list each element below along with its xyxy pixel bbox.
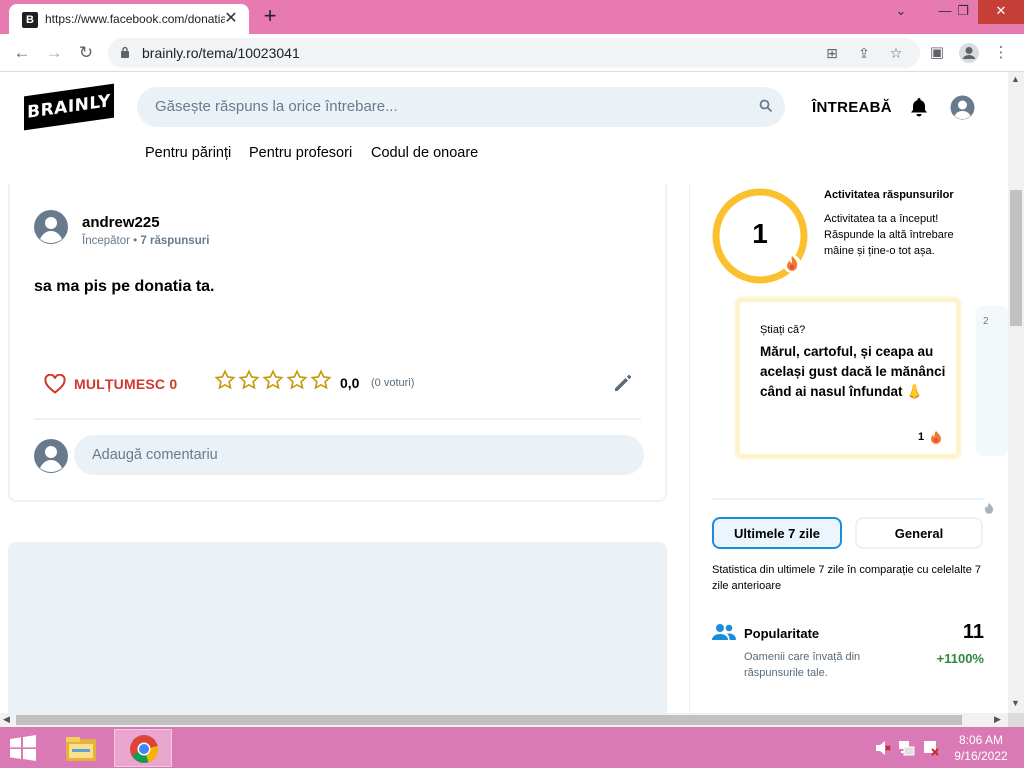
comment-input[interactable]: Adaugă comentariu (74, 435, 644, 475)
network-icon[interactable] (898, 739, 916, 757)
url-text: brainly.ro/tema/10023041 (142, 45, 300, 61)
popularity-title: Popularitate (744, 626, 820, 641)
tab-close-icon[interactable]: ✕ (221, 9, 241, 29)
forward-icon[interactable]: → (42, 41, 66, 65)
rating-value: 0,0 (340, 375, 360, 391)
vertical-scrollbar[interactable]: ▲ ▼ (1008, 72, 1024, 713)
scroll-down-icon[interactable]: ▼ (1011, 698, 1020, 708)
volume-muted-icon[interactable] (874, 739, 892, 757)
browser-tab-strip: B https://www.facebook.com/donatia ✕ + ⌄… (0, 0, 1024, 34)
search-placeholder: Găsește răspuns la orice întrebare... (155, 98, 398, 115)
address-bar[interactable]: brainly.ro/tema/10023041 ⊞ ⇪ ☆ (108, 38, 920, 68)
answer-card: andrew225 Începător • 7 răspunsuri sa ma… (8, 184, 667, 502)
stats-description: Statistica din ultimele 7 zile în compar… (712, 564, 982, 592)
tab-search-icon[interactable]: ⌄ (884, 0, 918, 24)
rating-votes: (0 voturi) (371, 377, 415, 389)
sidebar-divider (689, 184, 690, 713)
restore-button[interactable]: ❐ (946, 0, 980, 24)
scroll-up-icon[interactable]: ▲ (1011, 74, 1020, 84)
author-rank: Începător (82, 235, 130, 247)
window-close-button[interactable]: ✕ (978, 0, 1024, 24)
content-placeholder-box (8, 542, 667, 713)
popularity-value: 11 (962, 621, 984, 643)
bookmark-star-icon[interactable]: ☆ (886, 44, 906, 62)
thanks-label: MULȚUMESC 0 (74, 376, 178, 392)
subnav-teachers[interactable]: Pentru profesori (249, 145, 352, 161)
fun-fact-card[interactable]: Știați că? Mărul, cartoful, și ceapa au … (736, 298, 960, 458)
side-panel-icon[interactable]: ▣ (926, 42, 948, 64)
flame-icon (931, 431, 941, 444)
translate-icon[interactable]: ⊞ (822, 44, 842, 62)
chrome-taskbar-button[interactable] (114, 729, 172, 767)
avatar[interactable] (950, 95, 975, 120)
rating-stars[interactable] (214, 369, 334, 395)
next-fact-flame-icon (984, 503, 994, 514)
scroll-right-icon[interactable]: ▶ (994, 714, 1001, 725)
tab-favicon-icon: B (22, 12, 38, 28)
divider (712, 498, 984, 500)
vertical-scroll-thumb[interactable] (1010, 190, 1022, 326)
action-center-icon[interactable] (922, 739, 940, 757)
page-content: BRAINLY Găsește răspuns la orice întreba… (0, 72, 1008, 713)
star-icon[interactable] (214, 369, 236, 391)
activity-title: Activitatea răspunsurilor (824, 189, 954, 201)
next-fact-number: 2 (983, 316, 989, 327)
brainly-logo[interactable]: BRAINLY (24, 83, 114, 131)
lock-icon (121, 46, 129, 58)
tab-general[interactable]: General (855, 517, 983, 549)
scrollbar-corner (1008, 713, 1024, 727)
chrome-icon (130, 735, 159, 763)
commenter-avatar (34, 439, 68, 473)
next-fun-fact-card[interactable]: 2 (976, 306, 1008, 514)
tab-last-7-days[interactable]: Ultimele 7 zile (712, 517, 842, 549)
heart-icon (44, 374, 66, 394)
activity-description: Activitatea ta a început! Răspunde la al… (824, 213, 954, 257)
clock-date[interactable]: 9/16/2022 (946, 749, 1016, 763)
bell-icon[interactable] (908, 96, 930, 118)
search-icon[interactable] (759, 99, 773, 113)
divider (34, 418, 641, 420)
scroll-left-icon[interactable]: ◀ (3, 714, 10, 725)
taskbar: 8:06 AM 9/16/2022 (0, 727, 1024, 768)
streak-number: 1 (752, 218, 768, 249)
subnav-parents[interactable]: Pentru părinți (145, 145, 231, 161)
search-input[interactable]: Găsește răspuns la orice întrebare... (137, 87, 785, 127)
browser-tab[interactable]: B https://www.facebook.com/donatia ✕ (9, 4, 249, 34)
new-tab-button[interactable]: + (258, 4, 282, 28)
clock-time[interactable]: 8:06 AM (946, 733, 1016, 747)
menu-kebab-icon[interactable]: ⋮ (990, 42, 1012, 64)
tab-title: https://www.facebook.com/donatia (45, 12, 225, 26)
edit-pencil-icon[interactable] (612, 372, 634, 394)
fun-fact-count: 1 (918, 431, 925, 443)
star-icon[interactable] (262, 369, 284, 391)
back-icon[interactable]: ← (10, 41, 34, 65)
browser-toolbar: ← → ↻ brainly.ro/tema/10023041 ⊞ ⇪ ☆ ▣ ⋮ (0, 34, 1024, 72)
horizontal-scrollbar[interactable]: ◀ ▶ (0, 713, 1008, 727)
author-avatar[interactable] (34, 210, 68, 244)
answer-text: sa ma pis pe donatia ta. (34, 278, 215, 295)
star-icon[interactable] (238, 369, 260, 391)
subnav-honor-code[interactable]: Codul de onoare (371, 145, 478, 161)
star-icon[interactable] (310, 369, 332, 391)
author-username[interactable]: andrew225 (82, 214, 160, 231)
star-icon[interactable] (286, 369, 308, 391)
ask-question-button[interactable]: ÎNTREABĂ (812, 99, 892, 116)
comment-placeholder: Adaugă comentariu (92, 447, 218, 463)
profile-icon[interactable] (958, 42, 980, 64)
fun-fact-question: Știați că? (760, 324, 806, 336)
horizontal-scroll-thumb[interactable] (16, 715, 962, 725)
people-icon (712, 624, 736, 640)
file-explorer-icon[interactable] (58, 729, 104, 767)
popularity-change: +1100% (936, 651, 984, 666)
share-icon[interactable]: ⇪ (854, 44, 874, 62)
windows-start-icon[interactable] (8, 735, 38, 761)
fun-fact-text: Mărul, cartoful, și ceapa au același gus… (760, 344, 946, 399)
popularity-description: Oamenii care învață din răspunsurile tal… (744, 651, 861, 679)
author-answer-count: 7 răspunsuri (140, 235, 210, 247)
author-meta: Începător • 7 răspunsuri (82, 235, 210, 247)
reload-icon[interactable]: ↻ (74, 41, 98, 65)
